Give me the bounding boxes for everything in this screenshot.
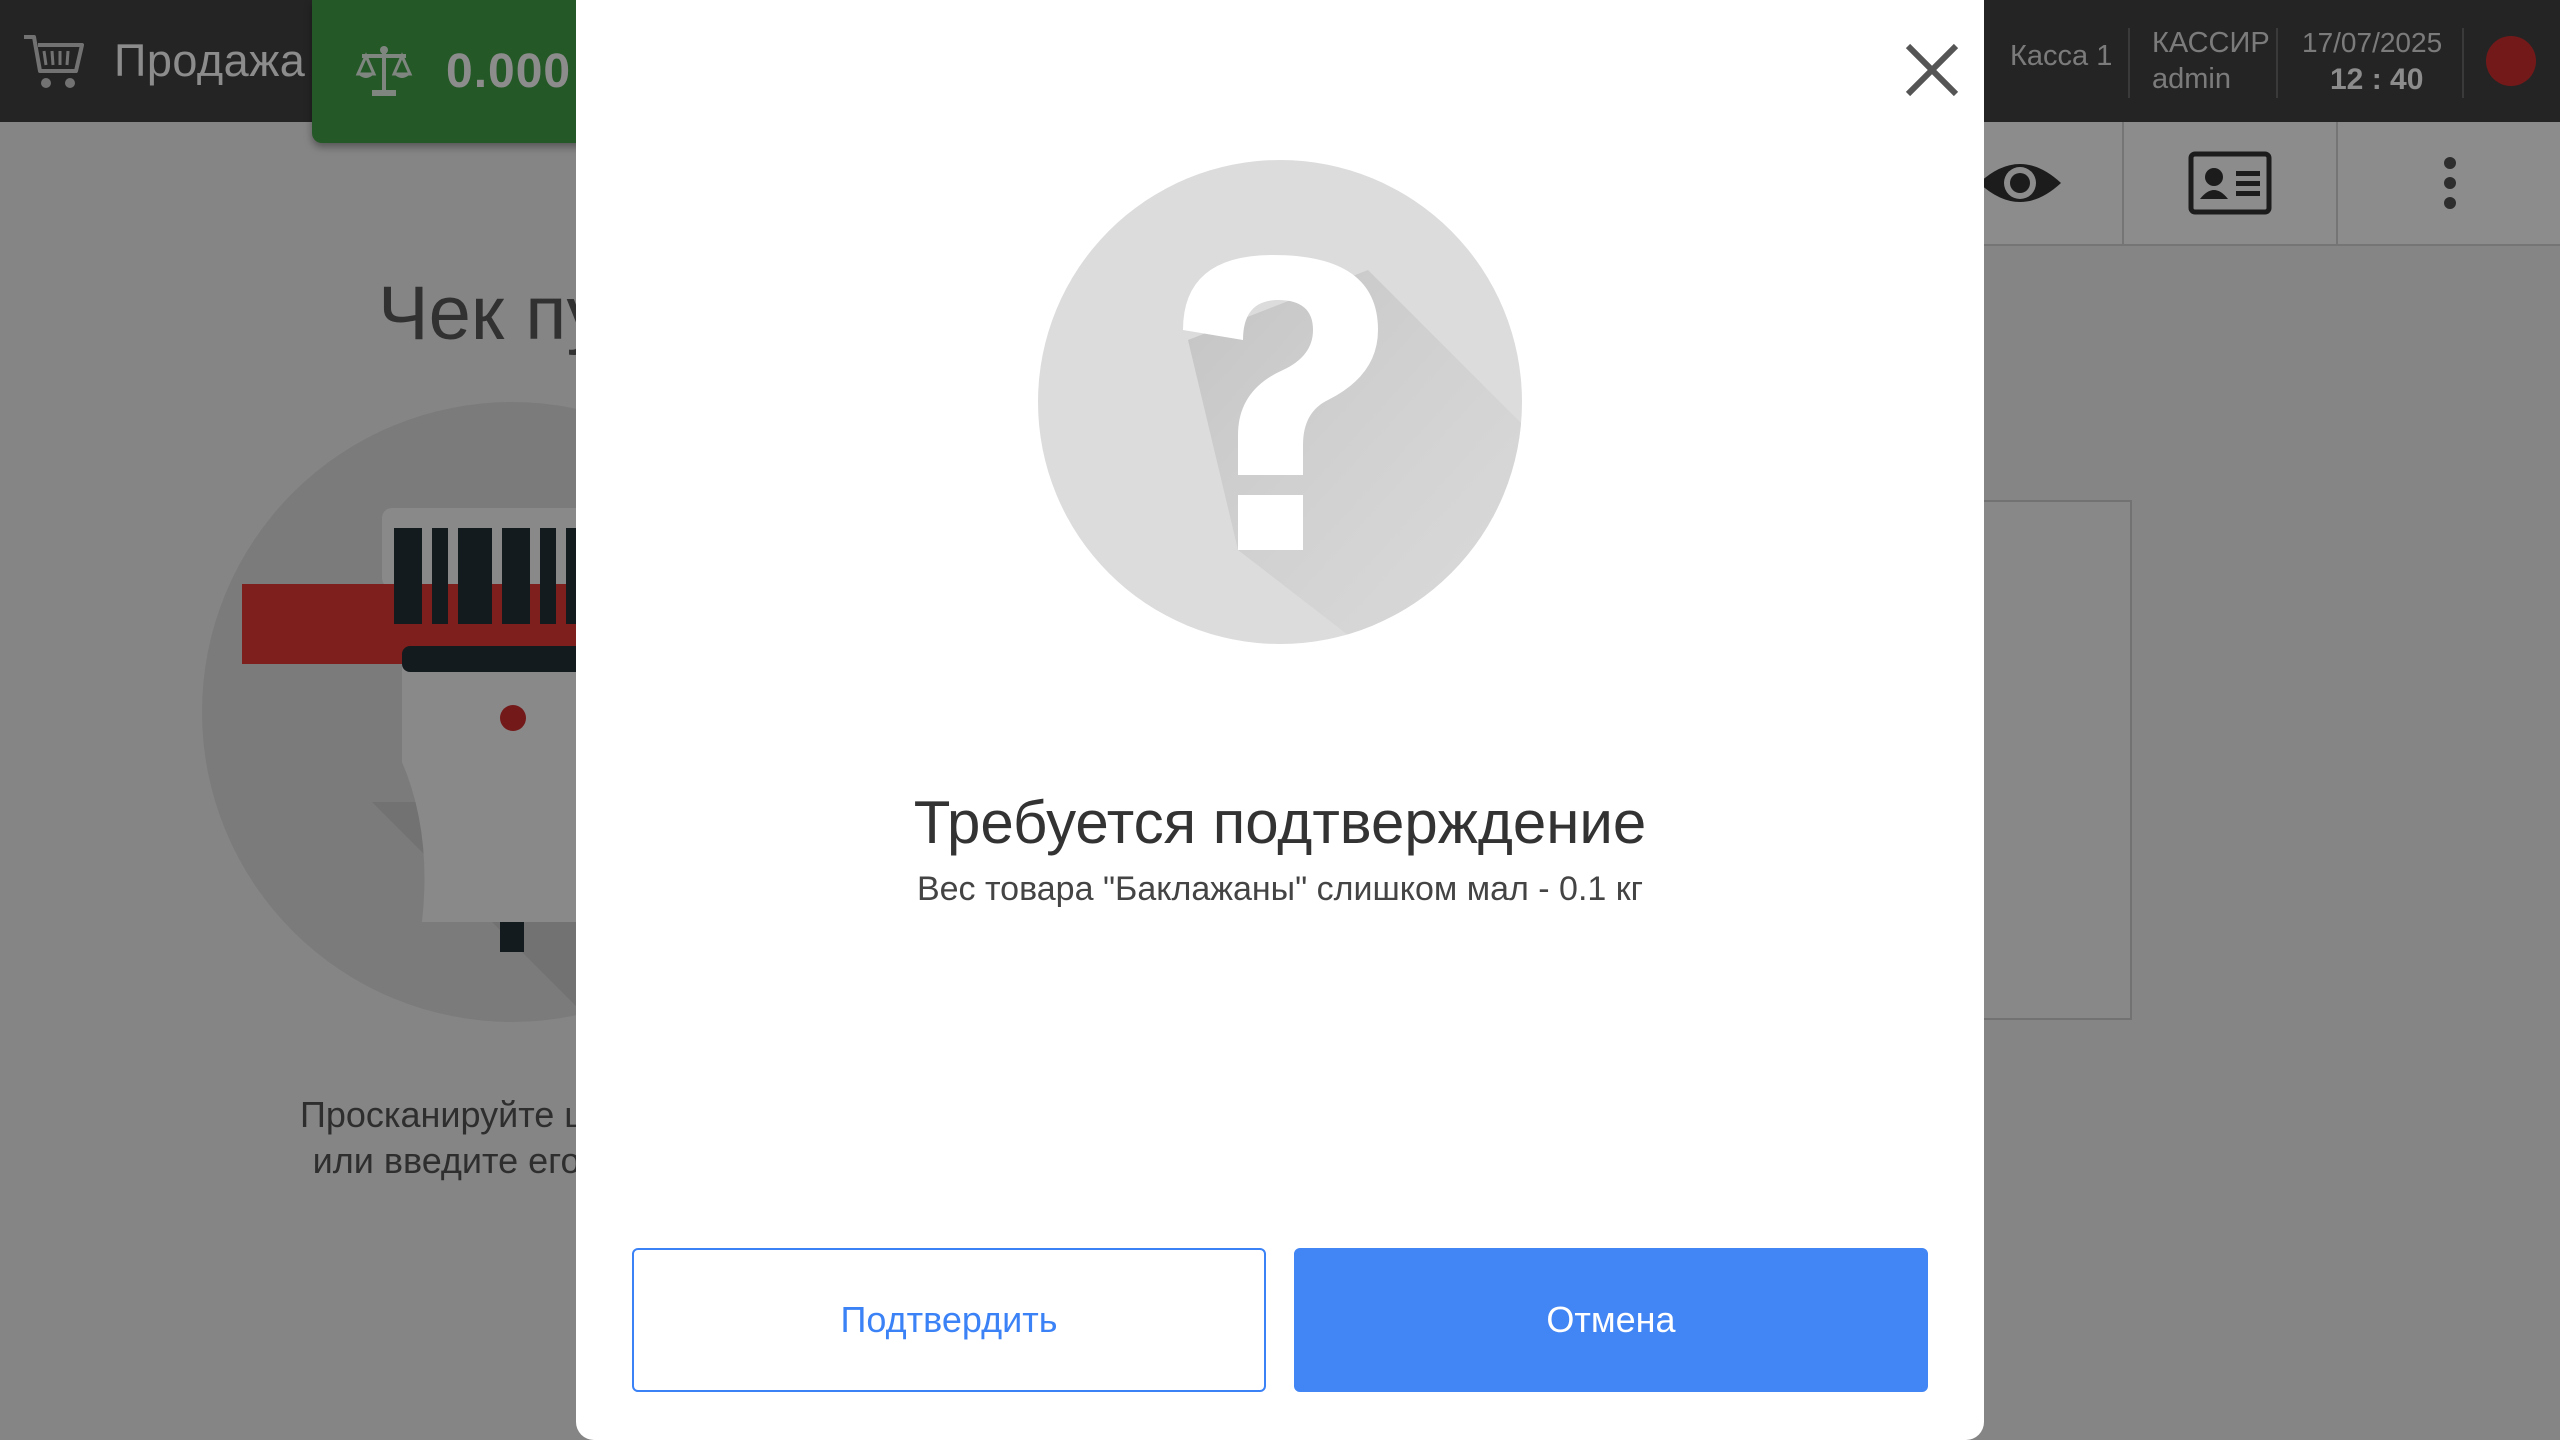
- cancel-button[interactable]: Отмена: [1294, 1248, 1928, 1392]
- close-button[interactable]: [1892, 30, 1972, 110]
- dialog-title: Требуется подтверждение: [913, 789, 1647, 856]
- dialog-message: Вес товара "Баклажаны" слишком мал - 0.1…: [916, 870, 1644, 908]
- close-icon: [1905, 43, 1959, 97]
- confirm-button[interactable]: Подтвердить: [632, 1248, 1266, 1392]
- confirmation-dialog: Требуется подтверждение Вес товара "Бакл…: [576, 0, 1984, 1440]
- question-icon: [1038, 160, 1522, 644]
